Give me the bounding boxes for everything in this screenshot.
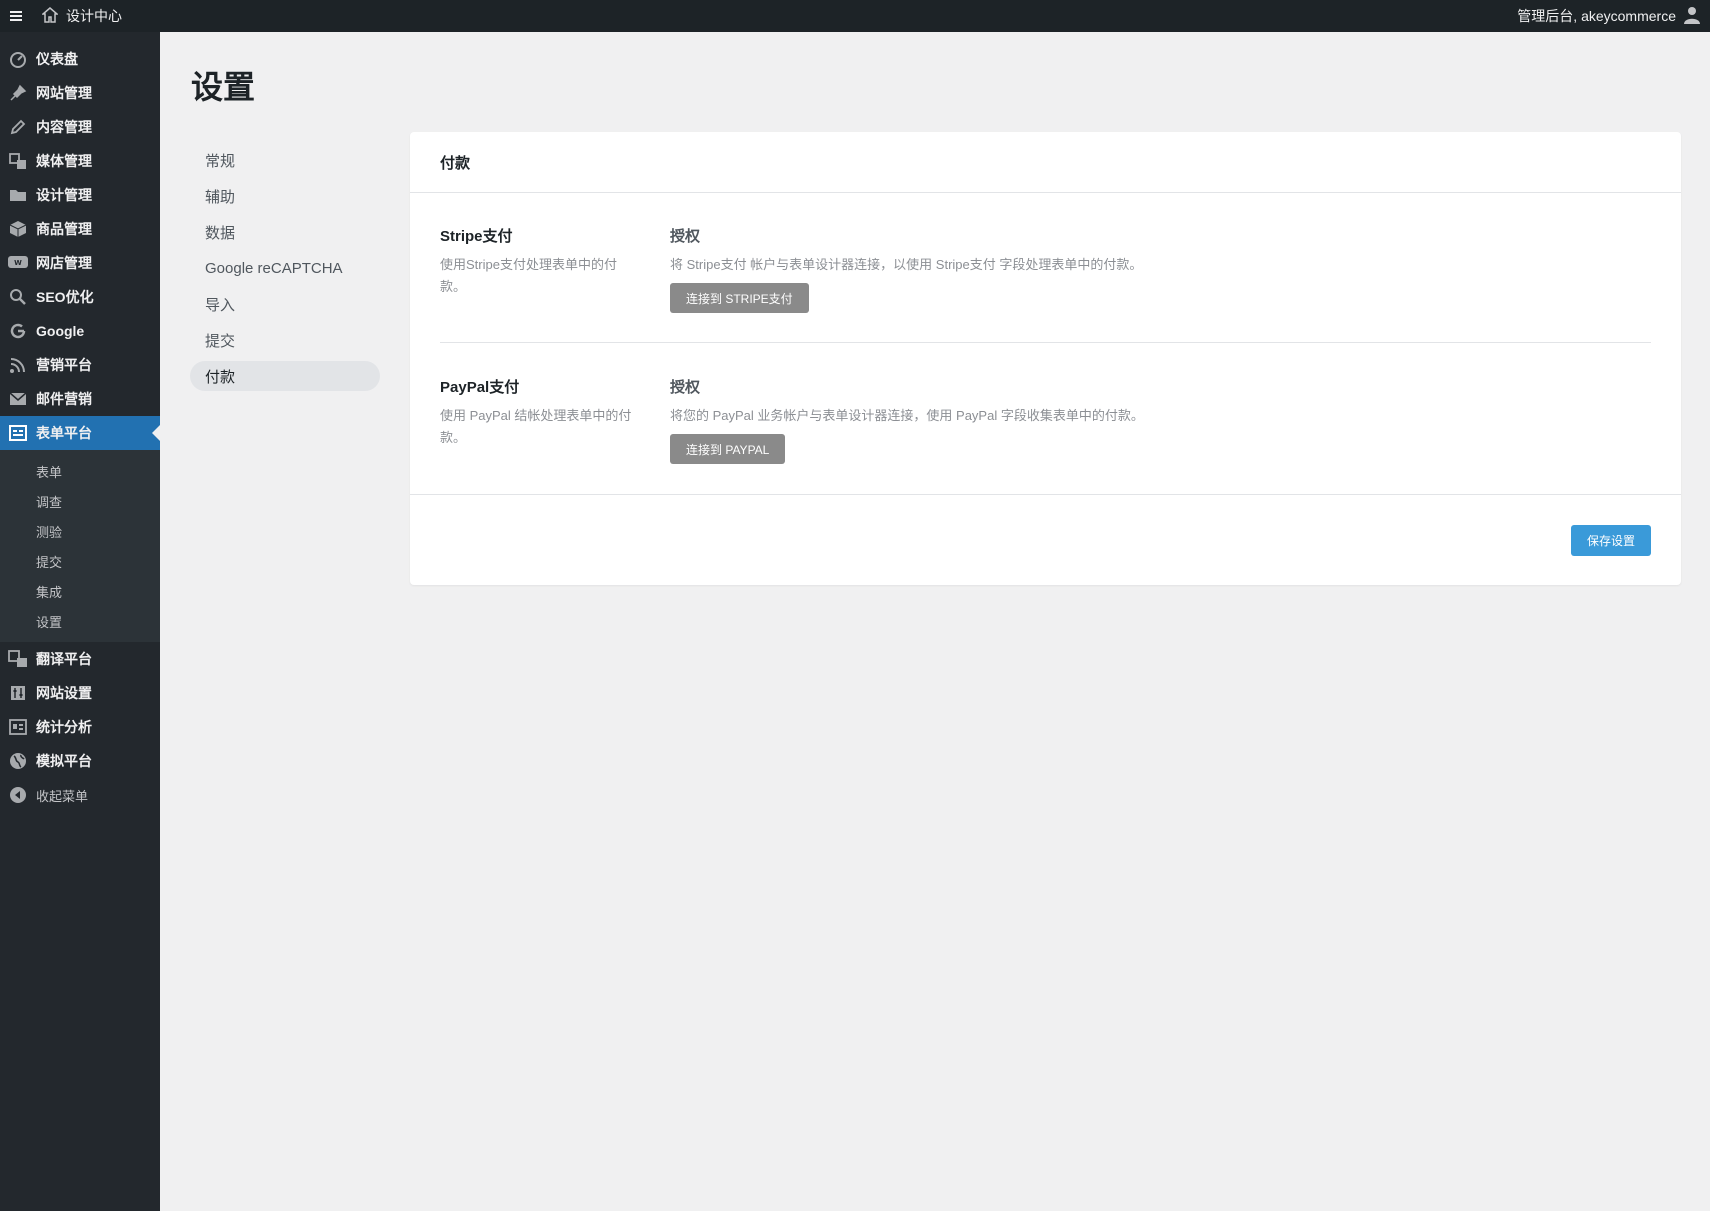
subnav-item-payments[interactable]: 付款	[190, 361, 380, 391]
svg-text:W: W	[14, 259, 22, 267]
site-home-link[interactable]: 设计中心	[40, 6, 122, 26]
sidebar-item-forms[interactable]: 表单平台	[0, 416, 160, 450]
stripe-auth-title: 授权	[670, 228, 701, 245]
sidebar-item-label: 商品管理	[36, 221, 92, 237]
payments-card: 付款 Stripe支付 使用Stripe支付处理表单中的付款。 授权 将 Str…	[410, 132, 1681, 585]
sidebar-item-label: 网店管理	[36, 255, 92, 271]
stripe-description: 使用Stripe支付处理表单中的付款。	[440, 257, 617, 294]
sidebar-item-label: 翻译平台	[36, 651, 92, 667]
paypal-auth-description: 将您的 PayPal 业务帐户与表单设计器连接，使用 PayPal 字段收集表单…	[670, 408, 1144, 423]
collapse-menu-button[interactable]: 收起菜单	[0, 778, 160, 812]
paypal-auth-title: 授权	[670, 379, 701, 396]
media-icon	[0, 152, 36, 170]
sidebar-item-label: Google	[36, 323, 85, 339]
account-menu[interactable]: 管理后台, akeycommerce	[1517, 6, 1710, 27]
sidebar-item-simulation[interactable]: 模拟平台	[0, 744, 160, 778]
sidebar-item-label: 营销平台	[36, 357, 92, 373]
save-settings-button[interactable]: 保存设置	[1571, 525, 1651, 556]
sidebar-item-seo[interactable]: SEO优化	[0, 280, 160, 314]
sidebar-item-design[interactable]: 设计管理	[0, 178, 160, 212]
form-icon	[0, 425, 36, 441]
subnav-item-import[interactable]: 导入	[190, 289, 380, 319]
pin-icon	[0, 84, 36, 102]
sidebar-item-dashboard[interactable]: 仪表盘	[0, 42, 160, 76]
pencil-icon	[0, 118, 36, 136]
search-icon	[0, 288, 36, 306]
paypal-description: 使用 PayPal 结帐处理表单中的付款。	[440, 408, 632, 445]
sidebar-item-products[interactable]: 商品管理	[0, 212, 160, 246]
sidebar-item-label: 内容管理	[36, 119, 92, 135]
globe-icon	[0, 752, 36, 770]
collapse-menu-label: 收起菜单	[36, 788, 89, 804]
settings-icon	[0, 684, 36, 702]
folder-icon	[0, 186, 36, 204]
rss-icon	[0, 356, 36, 374]
mail-icon	[0, 392, 36, 406]
submenu-item-forms[interactable]: 表单	[0, 456, 160, 486]
sidebar-item-label: 媒体管理	[36, 153, 92, 169]
subnav-item-accessibility[interactable]: 辅助	[190, 181, 380, 211]
connect-paypal-button[interactable]: 连接到 PAYPAL	[670, 434, 786, 464]
sidebar-item-content[interactable]: 内容管理	[0, 110, 160, 144]
sidebar-item-site[interactable]: 网站管理	[0, 76, 160, 110]
collapse-arrow-icon	[0, 786, 36, 804]
greeting-text: 管理后台, akeycommerce	[1517, 8, 1676, 24]
site-title: 设计中心	[66, 8, 122, 24]
sidebar-item-email[interactable]: 邮件营销	[0, 382, 160, 416]
forms-submenu: 表单 调查 测验 提交 集成 设置	[0, 450, 160, 642]
sidebar-item-label: 设计管理	[36, 187, 92, 203]
card-title: 付款	[410, 132, 1681, 193]
submenu-item-surveys[interactable]: 调查	[0, 486, 160, 516]
sidebar-item-media[interactable]: 媒体管理	[0, 144, 160, 178]
submenu-item-submissions[interactable]: 提交	[0, 546, 160, 576]
section-divider	[440, 342, 1651, 343]
subnav-item-recaptcha[interactable]: Google reCAPTCHA	[190, 253, 380, 283]
submenu-item-quizzes[interactable]: 测验	[0, 516, 160, 546]
home-icon	[40, 6, 60, 26]
subnav-item-general[interactable]: 常规	[190, 145, 380, 175]
admin-bar: 设计中心 管理后台, akeycommerce	[0, 0, 1710, 32]
sidebar-item-analytics[interactable]: 统计分析	[0, 710, 160, 744]
page-title: 设置	[191, 69, 256, 105]
sidebar-item-label: 统计分析	[36, 719, 92, 735]
subnav-item-submissions[interactable]: 提交	[190, 325, 380, 355]
connect-stripe-button[interactable]: 连接到 STRIPE支付	[670, 283, 809, 313]
subnav-item-data[interactable]: 数据	[190, 217, 380, 247]
google-icon	[0, 322, 36, 340]
sidebar-item-label: 表单平台	[36, 425, 92, 441]
card-footer-divider	[410, 494, 1681, 495]
analytics-icon	[0, 719, 36, 735]
stripe-auth-description: 将 Stripe支付 帐户与表单设计器连接，以使用 Stripe支付 字段处理表…	[670, 257, 1143, 272]
submenu-item-settings[interactable]: 设置	[0, 606, 160, 636]
sidebar-item-label: 仪表盘	[36, 51, 78, 67]
sidebar-item-label: SEO优化	[36, 289, 94, 305]
sidebar-item-translate[interactable]: 翻译平台	[0, 642, 160, 676]
sidebar-item-google[interactable]: Google	[0, 314, 160, 348]
woo-icon: W	[0, 255, 36, 271]
menu-toggle-icon[interactable]	[0, 0, 34, 32]
sidebar-item-marketing[interactable]: 营销平台	[0, 348, 160, 382]
user-icon	[1684, 6, 1700, 27]
dashboard-icon	[0, 50, 36, 68]
sidebar-item-label: 网站管理	[36, 85, 92, 101]
paypal-title: PayPal支付	[440, 379, 520, 396]
box-icon	[0, 220, 36, 238]
settings-subnav: 常规 辅助 数据 Google reCAPTCHA 导入 提交 付款	[190, 145, 380, 397]
submenu-item-integrations[interactable]: 集成	[0, 576, 160, 606]
stripe-title: Stripe支付	[440, 228, 513, 245]
sidebar-item-site-settings[interactable]: 网站设置	[0, 676, 160, 710]
translate-icon	[0, 650, 36, 668]
sidebar-item-label: 网站设置	[36, 685, 92, 701]
sidebar-item-label: 邮件营销	[36, 391, 92, 407]
sidebar-item-label: 模拟平台	[36, 753, 92, 769]
admin-sidebar: 仪表盘 网站管理 内容管理 媒体管理 设计管理 商品管理 W 网店管理 SEO优…	[0, 32, 160, 1211]
sidebar-item-shop[interactable]: W 网店管理	[0, 246, 160, 280]
